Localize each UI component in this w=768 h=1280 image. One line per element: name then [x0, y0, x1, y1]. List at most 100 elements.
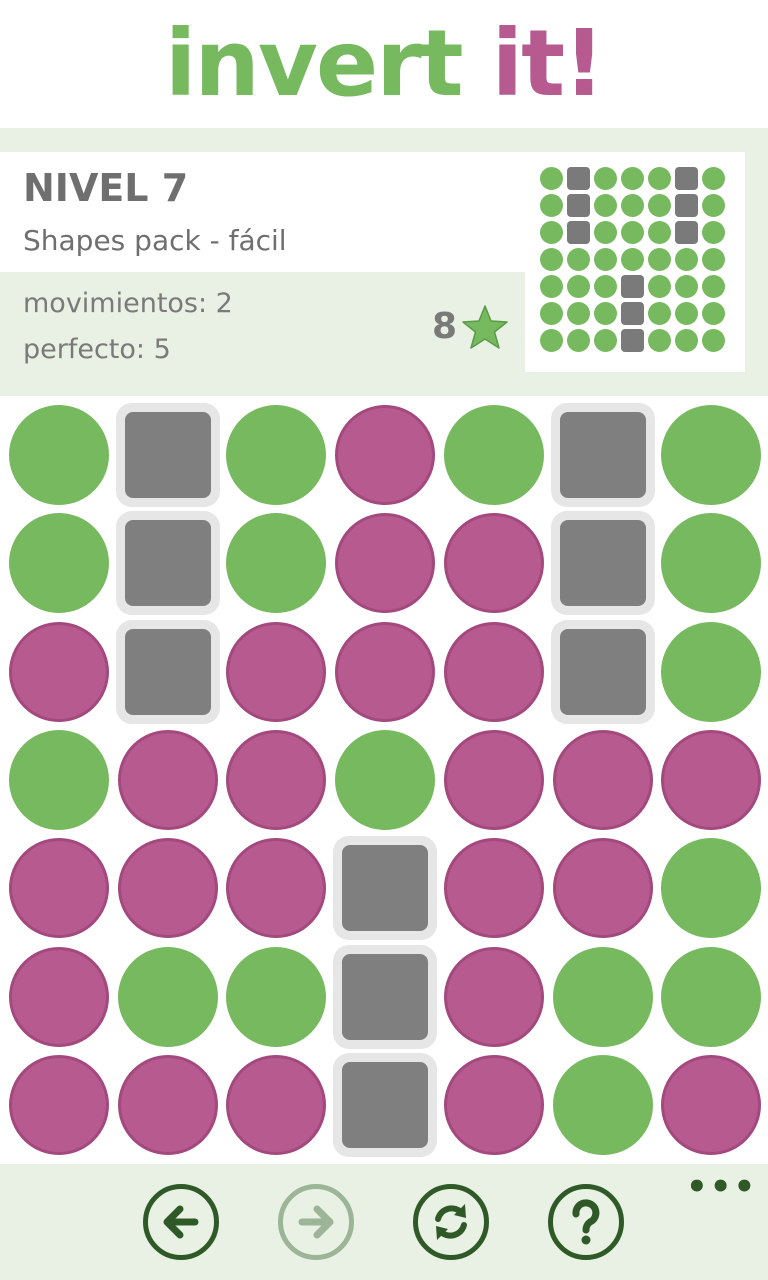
board-disc-pink[interactable]	[657, 1051, 765, 1159]
preview-dot	[567, 302, 590, 325]
disc	[226, 838, 327, 939]
disc	[552, 946, 653, 1047]
preview-dot	[621, 194, 644, 217]
board-disc-green[interactable]	[222, 943, 330, 1051]
preview-dot	[540, 167, 563, 190]
board-disc-green[interactable]	[657, 401, 765, 509]
board-disc-green[interactable]	[114, 943, 222, 1051]
board-disc-green[interactable]	[5, 726, 113, 834]
board-block	[549, 401, 657, 509]
board-disc-green[interactable]	[5, 509, 113, 617]
board-disc-pink[interactable]	[549, 726, 657, 834]
board-disc-pink[interactable]	[657, 726, 765, 834]
board-disc-green[interactable]	[331, 726, 439, 834]
board-disc-pink[interactable]	[222, 1051, 330, 1159]
board-disc-pink[interactable]	[5, 1051, 113, 1159]
board-disc-green[interactable]	[657, 509, 765, 617]
disc	[117, 1054, 218, 1155]
board-disc-pink[interactable]	[331, 509, 439, 617]
preview-dot	[648, 275, 671, 298]
disc	[9, 513, 109, 614]
preview-block	[567, 194, 590, 217]
preview-block	[621, 302, 644, 325]
disc	[552, 838, 653, 939]
board-block	[331, 943, 439, 1051]
preview-dot	[648, 167, 671, 190]
board-block	[549, 618, 657, 726]
block-square	[559, 628, 646, 715]
board-disc-pink[interactable]	[440, 1051, 548, 1159]
app-bar	[0, 1164, 768, 1280]
board-block	[114, 618, 222, 726]
board-disc-green[interactable]	[657, 943, 765, 1051]
forward-button[interactable]	[278, 1184, 354, 1260]
restart-button[interactable]	[413, 1184, 489, 1260]
game-board[interactable]	[0, 396, 768, 1159]
board-disc-pink[interactable]	[440, 509, 548, 617]
disc	[9, 838, 109, 939]
preview-block	[621, 329, 644, 352]
disc	[443, 1054, 544, 1155]
title-word-it: it!	[491, 10, 605, 117]
board-disc-pink[interactable]	[5, 943, 113, 1051]
more-options-button[interactable]: •••	[686, 1170, 755, 1204]
preview-dot	[540, 194, 563, 217]
disc	[117, 729, 218, 830]
preview-block	[675, 167, 698, 190]
board-block	[114, 509, 222, 617]
preview-dot	[594, 194, 617, 217]
block-square	[559, 412, 646, 498]
board-disc-pink[interactable]	[222, 726, 330, 834]
help-button[interactable]	[548, 1184, 624, 1260]
preview-dot	[648, 248, 671, 271]
board-disc-pink[interactable]	[5, 618, 113, 726]
disc	[335, 729, 436, 830]
disc	[552, 1054, 653, 1155]
preview-dot	[702, 221, 725, 244]
board-disc-green[interactable]	[657, 618, 765, 726]
preview-dot	[675, 329, 698, 352]
board-block	[114, 401, 222, 509]
disc	[443, 405, 544, 505]
board-disc-pink[interactable]	[331, 618, 439, 726]
preview-dot	[648, 329, 671, 352]
board-disc-green[interactable]	[440, 401, 548, 509]
board-disc-green[interactable]	[222, 509, 330, 617]
board-disc-pink[interactable]	[222, 618, 330, 726]
disc	[661, 838, 762, 939]
preview-dot	[567, 329, 590, 352]
preview-block	[567, 221, 590, 244]
disc	[117, 946, 218, 1047]
board-disc-green[interactable]	[5, 401, 113, 509]
preview-block	[621, 275, 644, 298]
preview-dot	[621, 248, 644, 271]
board-disc-green[interactable]	[222, 401, 330, 509]
preview-dot	[540, 221, 563, 244]
disc	[661, 405, 762, 505]
board-disc-pink[interactable]	[440, 726, 548, 834]
board-disc-pink[interactable]	[549, 834, 657, 942]
preview-dot	[540, 275, 563, 298]
board-disc-pink[interactable]	[114, 834, 222, 942]
board-disc-green[interactable]	[549, 1051, 657, 1159]
disc	[661, 946, 762, 1047]
disc	[443, 946, 544, 1047]
back-button[interactable]	[143, 1184, 219, 1260]
question-icon	[572, 1199, 600, 1245]
moves-counter: movimientos: 2	[23, 288, 233, 319]
board-disc-pink[interactable]	[114, 726, 222, 834]
board-disc-green[interactable]	[549, 943, 657, 1051]
preview-dot	[702, 302, 725, 325]
disc	[443, 838, 544, 939]
board-disc-pink[interactable]	[331, 401, 439, 509]
board-disc-pink[interactable]	[5, 834, 113, 942]
preview-dot	[540, 329, 563, 352]
app-title: invert it!	[0, 0, 768, 128]
board-disc-green[interactable]	[657, 834, 765, 942]
board-disc-pink[interactable]	[114, 1051, 222, 1159]
board-disc-pink[interactable]	[440, 834, 548, 942]
board-disc-pink[interactable]	[222, 834, 330, 942]
board-disc-pink[interactable]	[440, 618, 548, 726]
board-disc-pink[interactable]	[440, 943, 548, 1051]
preview-dot	[702, 329, 725, 352]
